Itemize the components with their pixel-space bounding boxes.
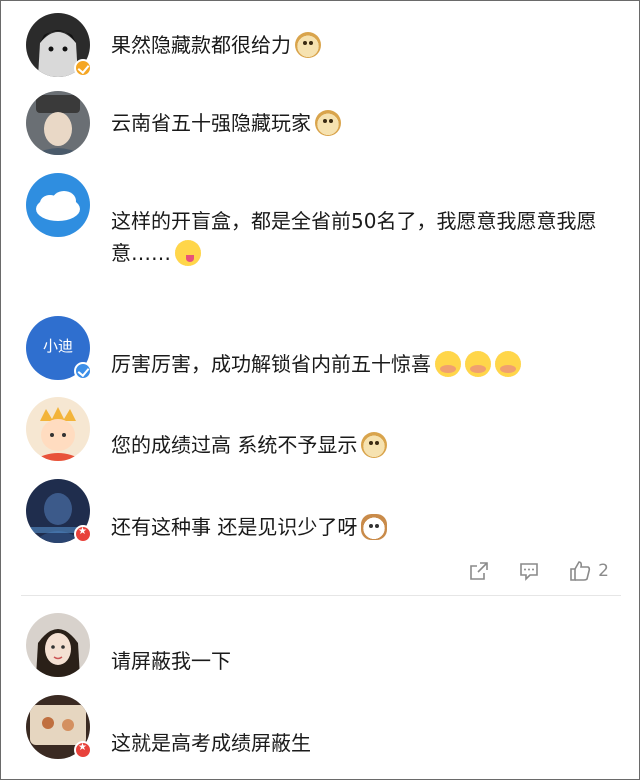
thumbs-up-icon [570,561,591,581]
doge-emoji-icon [315,110,341,136]
red-star-badge-icon [74,741,92,759]
comment-text: 云南省五十强隐藏玩家 [111,107,611,139]
verified-badge-icon [74,59,92,77]
verified-badge-icon [74,362,92,380]
avatar[interactable] [26,397,90,461]
share-button[interactable] [468,560,490,582]
doge-emoji-icon [361,432,388,458]
comment-text: 还有这种事 还是见识少了呀 [111,511,611,543]
cat-emoji-icon [361,514,388,540]
comment-actions: 2 [468,557,609,585]
divider [21,595,621,596]
avatar[interactable] [26,173,90,237]
shy-emoji-icon [465,351,491,377]
comment-text: 请屏蔽我一下 [111,649,231,673]
red-star-badge-icon [74,525,92,543]
comment-text: 您的成绩过高 系统不予显示 [111,429,611,461]
avatar-label: 小迪 [42,337,73,355]
comment-text: 这样的开盲盒，都是全省前50名了，我愿意我愿意我愿意…… [111,209,597,266]
comment-text: 果然隐藏款都很给力 [111,29,611,61]
like-button[interactable]: 2 [568,559,609,583]
shy-emoji-icon [495,351,521,377]
doge-emoji-icon [295,32,321,58]
comment-text: 这就是高考成绩屏蔽生 [111,731,311,755]
comment-text: 厉害厉害，成功解锁省内前五十惊喜 [111,348,611,380]
comment-icon [520,563,538,581]
avatar[interactable] [26,91,90,155]
avatar[interactable] [26,613,90,677]
share-icon [470,562,488,580]
like-count: 2 [598,561,609,581]
comment-list: 果然隐藏款都很给力 云南省五十强隐藏玩家 这样的开盲盒，都是全省前50名了，我愿… [0,0,640,780]
shy-emoji-icon [435,351,461,377]
licking-lips-emoji-icon [175,240,201,266]
comment-button[interactable] [518,560,540,582]
